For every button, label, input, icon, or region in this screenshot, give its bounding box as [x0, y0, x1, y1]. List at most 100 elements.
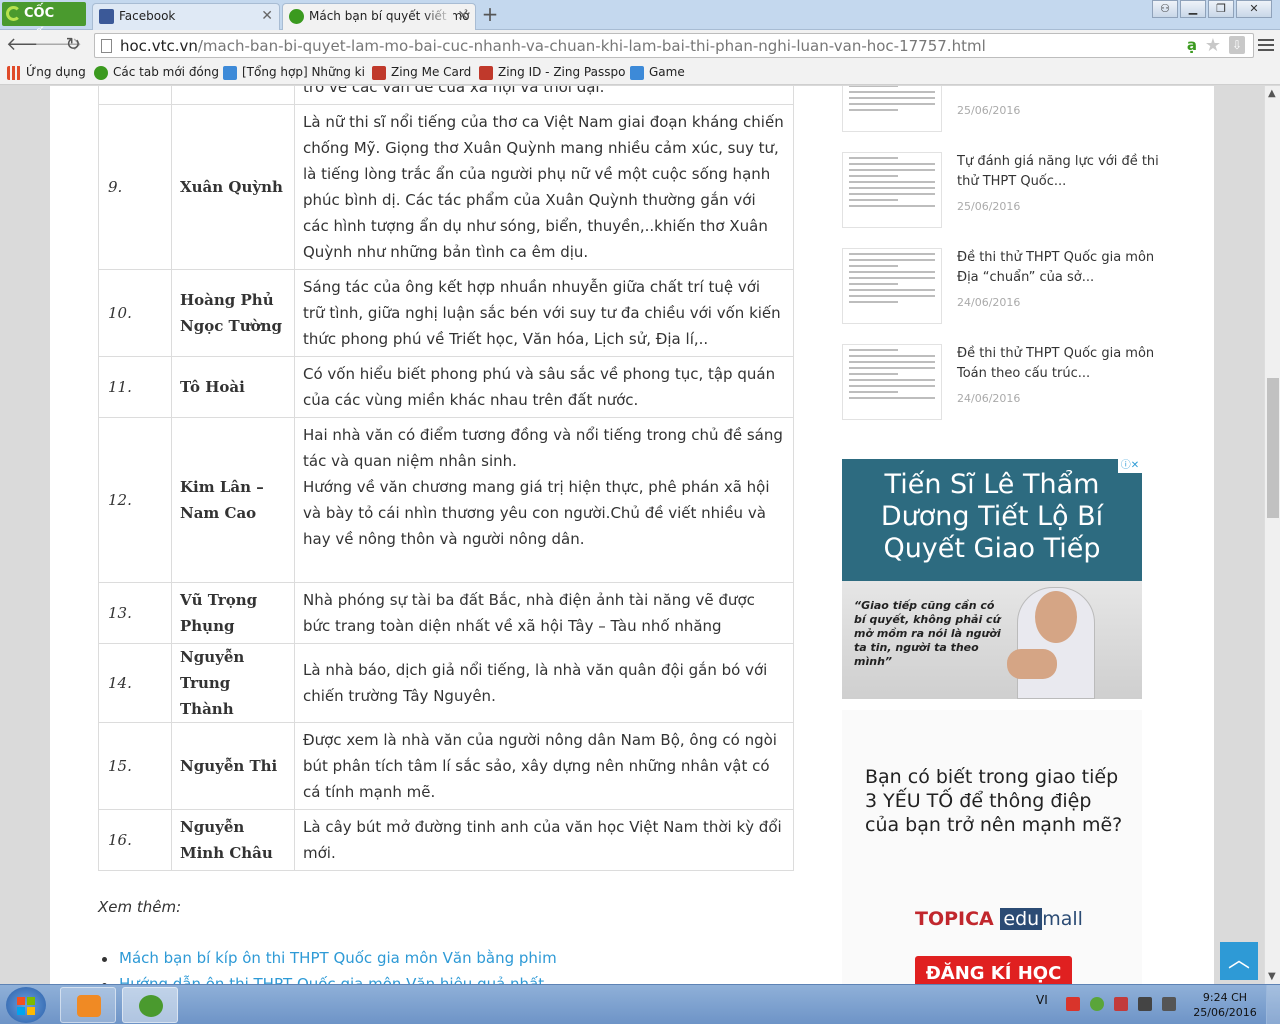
gear-icon — [223, 66, 237, 80]
bookmarks-bar: Ứng dụng Các tab mới đóng [Tổng hợp] Nhữ… — [0, 60, 1280, 85]
sidebar-article-date: 24/06/2016 — [957, 296, 1021, 309]
tab-bar: CỐC CỐC Facebook ✕ Mách bạn bí quyết viế… — [0, 0, 1280, 45]
new-tab-button[interactable]: + — [480, 2, 500, 26]
table-row: 13. Vũ Trọng Phụng Nhà phóng sự tài ba đ… — [98, 582, 794, 644]
article-thumbnail[interactable] — [842, 86, 942, 132]
windows-taskbar: VI 9:24 CH 25/06/2016 — [0, 984, 1280, 1024]
reload-button[interactable]: ↻ — [62, 34, 84, 56]
page-container: trở về các vấn đề của xã hội và thời đại… — [50, 86, 1258, 984]
ad-title[interactable]: Tiến Sĩ Lê Thẩm Dương Tiết Lộ Bí Quyết G… — [842, 469, 1142, 565]
volume-icon[interactable] — [1162, 997, 1176, 1011]
article-thumbnail[interactable] — [842, 152, 942, 228]
row-author: Kim Lân – Nam Cao — [171, 417, 295, 583]
sidebar-article-title[interactable]: Đề thi thử THPT Quốc gia môn Địa “chuẩn”… — [957, 248, 1167, 288]
coccoc-logo[interactable]: CỐC CỐC — [2, 2, 86, 45]
minimize-button[interactable]: ▁ — [1180, 0, 1206, 18]
close-tab-icon[interactable]: ✕ — [261, 4, 273, 28]
bookmark-zing-id[interactable]: Zing ID - Zing Passpo — [479, 64, 625, 82]
register-button[interactable]: ĐĂNG KÍ HỌC — [915, 956, 1072, 984]
row-number: 16. — [98, 809, 172, 871]
url-text[interactable]: hoc.vtc.vn/mach-ban-bi-quyet-lam-mo-bai-… — [120, 37, 986, 55]
start-button[interactable] — [6, 987, 46, 1023]
table-row: 16. Nguyễn Minh Châu Là cây bút mở đường… — [98, 809, 794, 871]
writers-table: trở về các vấn đề của xã hội và thời đại… — [98, 86, 794, 871]
ad-quote: “Giao tiếp cũng cần có bí quyết, không p… — [854, 599, 1001, 668]
row-description: Là nữ thi sĩ nổi tiếng của thơ ca Việt N… — [294, 104, 794, 270]
row-description: Là nhà báo, dịch giả nổi tiếng, là nhà v… — [294, 643, 794, 723]
back-button[interactable]: 🡐 — [6, 34, 54, 56]
topica-advertisement[interactable]: Bạn có biết trong giao tiếp 3 YẾU TỐ để … — [842, 710, 1142, 984]
tab-label: Facebook — [119, 9, 176, 23]
close-tab-icon[interactable]: ✕ — [457, 4, 469, 28]
sidebar-article[interactable]: Tự đánh giá năng lực với đề thi thử THPT… — [842, 152, 1159, 242]
bookmark-tong-hop[interactable]: [Tổng hợp] Những ki — [223, 64, 365, 82]
row-number: 13. — [98, 582, 172, 644]
antivirus-icon[interactable] — [1066, 997, 1080, 1011]
related-link[interactable]: Hướng dẫn ôn thi THPT Quốc gia môn Văn h… — [98, 975, 557, 984]
user-button[interactable]: ⚇ — [1152, 0, 1178, 18]
row-description: Nhà phóng sự tài ba đất Bắc, nhà điện ản… — [294, 582, 794, 644]
related-link[interactable]: Mách bạn bí kíp ôn thi THPT Quốc gia môn… — [98, 949, 557, 967]
bookmark-recent-tabs[interactable]: Các tab mới đóng — [94, 64, 219, 82]
row-author: Vũ Trọng Phụng — [171, 582, 295, 644]
row-description: Được xem là nhà văn của người nông dân N… — [294, 722, 794, 810]
system-clock[interactable]: 9:24 CH 25/06/2016 — [1190, 990, 1260, 1020]
game-icon — [630, 66, 644, 80]
row-number: 14. — [98, 643, 172, 723]
address-bar[interactable]: hoc.vtc.vn/mach-ban-bi-quyet-lam-mo-bai-… — [94, 33, 1254, 58]
sidebar-article[interactable]: 25/06/2016 — [842, 86, 1152, 146]
scrollbar-thumb[interactable] — [1267, 378, 1279, 518]
row-author: Tô Hoài — [171, 356, 295, 418]
see-more-label: Xem thêm: — [98, 898, 182, 916]
facebook-icon — [99, 9, 114, 24]
row-description: Có vốn hiểu biết phong phú và sâu sắc về… — [294, 356, 794, 418]
sidebar-article-title[interactable]: Đề thi thử THPT Quốc gia môn Toán theo c… — [957, 344, 1167, 384]
network-icon[interactable] — [1138, 997, 1152, 1011]
vtc-favicon-icon — [289, 9, 304, 24]
article-thumbnail[interactable] — [842, 344, 942, 420]
related-links: Mách bạn bí kíp ôn thi THPT Quốc gia môn… — [98, 949, 557, 984]
coccoc-translate-icon[interactable]: ạ — [1187, 36, 1197, 54]
recent-tabs-icon — [94, 66, 108, 80]
tab-active-article[interactable]: Mách bạn bí quyết viết mở ✕ — [282, 3, 476, 30]
row-author: Xuân Quỳnh — [171, 104, 295, 270]
sidebar-article[interactable]: Đề thi thử THPT Quốc gia môn Toán theo c… — [842, 344, 1154, 434]
advertisement-banner[interactable]: Tiến Sĩ Lê Thẩm Dương Tiết Lộ Bí Quyết G… — [842, 459, 1142, 699]
bookmark-apps[interactable]: Ứng dụng — [7, 64, 86, 82]
restore-button[interactable]: ❐ — [1208, 0, 1234, 18]
scroll-down-arrow-icon[interactable]: ▼ — [1268, 971, 1276, 982]
page-viewport: trở về các vấn đề của xã hội và thời đại… — [0, 86, 1264, 984]
row-number: 9. — [98, 104, 172, 270]
bookmark-star-icon[interactable]: ★ — [1205, 35, 1221, 56]
page-icon — [101, 39, 112, 53]
forward-button[interactable]: 🡒 — [34, 34, 82, 56]
taskbar-media-player[interactable] — [60, 987, 116, 1023]
update-icon[interactable] — [1090, 997, 1104, 1011]
vertical-scrollbar[interactable]: ▲ ▼ — [1264, 86, 1280, 984]
scroll-up-arrow-icon[interactable]: ▲ — [1268, 88, 1276, 99]
sidebar-article[interactable]: Đề thi thử THPT Quốc gia môn Địa “chuẩn”… — [842, 248, 1154, 338]
row-author: Hoàng Phủ Ngọc Tường — [171, 269, 295, 357]
article-thumbnail[interactable] — [842, 248, 942, 324]
row-number: 10. — [98, 269, 172, 357]
taskbar-coccoc[interactable] — [122, 987, 178, 1023]
show-desktop-button[interactable] — [1266, 985, 1280, 1024]
sidebar-article-title[interactable]: Tự đánh giá năng lực với đề thi thử THPT… — [957, 152, 1167, 192]
zing-icon — [372, 66, 386, 80]
language-indicator[interactable]: VI — [1036, 993, 1048, 1007]
close-window-button[interactable]: ✕ — [1236, 0, 1272, 18]
ad-close-icon[interactable]: ⓘ✕ — [1118, 459, 1142, 473]
menu-icon[interactable] — [1258, 36, 1274, 52]
row-description: trở về các vấn đề của xã hội và thời đại… — [294, 86, 794, 105]
flag-icon[interactable] — [1114, 997, 1128, 1011]
toolbar: 🡐 🡒 ↻ hoc.vtc.vn/mach-ban-bi-quyet-lam-m… — [0, 30, 1280, 60]
scroll-to-top-button[interactable]: ︿ — [1220, 942, 1258, 980]
row-author: Nguyễn Trung Thành — [171, 643, 295, 723]
bookmark-zing-me-card[interactable]: Zing Me Card — [372, 64, 471, 82]
download-icon[interactable]: ⇩ — [1229, 36, 1245, 54]
table-row: 14. Nguyễn Trung Thành Là nhà báo, dịch … — [98, 643, 794, 723]
tab-facebook[interactable]: Facebook ✕ — [92, 3, 280, 30]
sidebar-article-date: 25/06/2016 — [957, 104, 1021, 117]
bookmark-game[interactable]: Game — [630, 64, 685, 82]
speaker-head — [1035, 591, 1077, 643]
